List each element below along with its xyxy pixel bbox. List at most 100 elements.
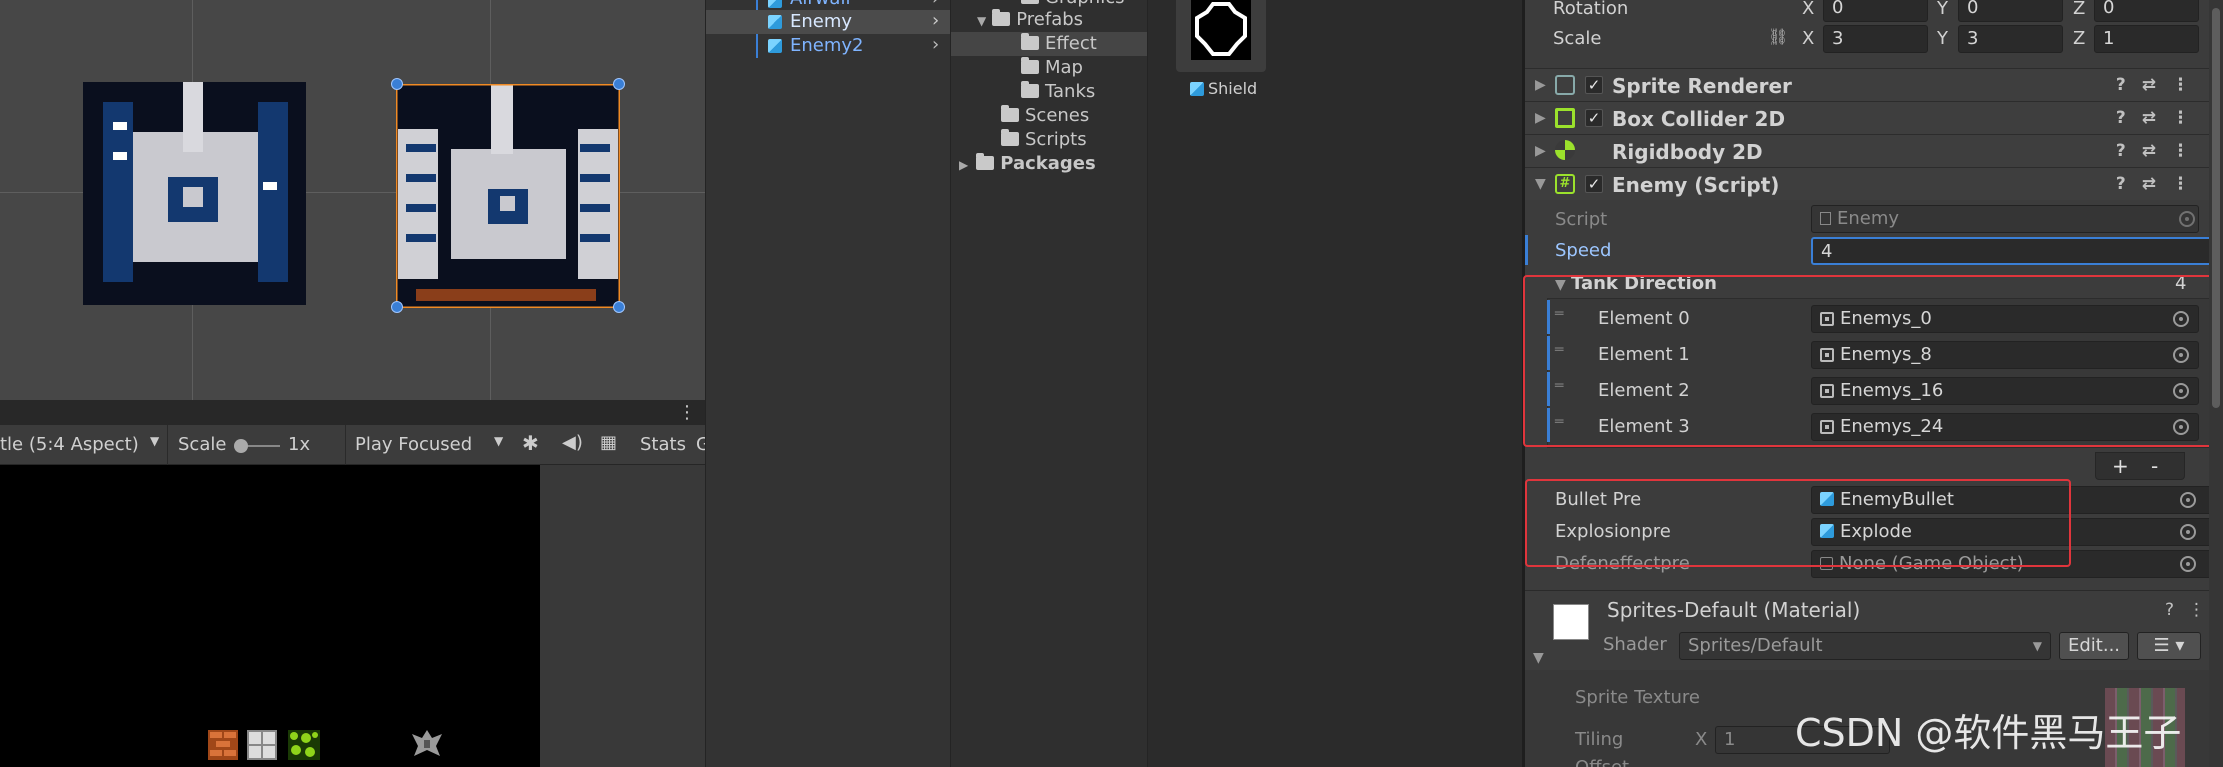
component-title: Sprite Renderer (1612, 74, 1792, 98)
scale-slider-thumb[interactable] (234, 439, 248, 453)
scale-y-field[interactable]: 3 (1958, 25, 2063, 53)
component-rigidbody[interactable]: ▶ Rigidbody 2D ?⇄⋮ (1525, 134, 2223, 167)
enabled-checkbox[interactable]: ✓ (1585, 76, 1603, 94)
rotation-z-field[interactable]: 0 (2094, 0, 2199, 22)
divider (345, 425, 346, 465)
selection-handle[interactable] (613, 301, 625, 313)
shader-label: Shader (1603, 634, 1667, 655)
folder-item[interactable]: Map (1021, 56, 1083, 80)
chevron-right-icon[interactable]: › (932, 0, 939, 9)
folder-item-packages[interactable]: ▶ Packages (959, 152, 1096, 176)
folder-item[interactable]: ▼ Prefabs (977, 8, 1083, 32)
prefab-cube-icon (768, 39, 782, 53)
scene-view[interactable] (0, 0, 705, 400)
component-title: Box Collider 2D (1612, 107, 1786, 131)
constrain-proportions-icon[interactable]: ⛓ (1768, 27, 1788, 46)
game-toolbar: tle (5:4 Aspect) ▼ Scale 1x Play Focused… (0, 425, 710, 465)
scale-x-field[interactable]: 3 (1823, 25, 1928, 53)
scale-label: Scale (178, 434, 227, 455)
shader-dropdown[interactable]: Sprites/Default ▼ (1679, 632, 2051, 660)
expand-arrow-icon[interactable]: ▶ (1535, 77, 1546, 93)
rotation-x-field[interactable]: 0 (1823, 0, 1928, 22)
component-box-collider[interactable]: ▶ ✓ Box Collider 2D ?⇄⋮ (1525, 101, 2223, 134)
prefab-cube-icon (768, 15, 782, 29)
chevron-right-icon[interactable]: › (932, 34, 939, 55)
keyboard-icon[interactable]: ▦ (600, 432, 617, 453)
component-header-icons[interactable]: ?⇄⋮ (2116, 174, 2205, 194)
speed-label: Speed (1555, 240, 1612, 261)
selection-handle[interactable] (613, 78, 625, 90)
hierarchy-item[interactable]: Enemy2 › (706, 34, 951, 58)
script-icon: # (1555, 174, 1575, 194)
shield-sprite-preview (1191, 0, 1251, 60)
component-enemy-script[interactable]: ▼ # ✓ Enemy (Script) ?⇄⋮ (1525, 167, 2223, 200)
collapse-arrow-icon[interactable]: ▼ (1535, 176, 1546, 192)
changed-indicator (1525, 235, 1528, 265)
sprite-texture-label: Sprite Texture (1575, 687, 1700, 708)
rotation-y-field[interactable]: 0 (1958, 0, 2063, 22)
more-options-icon[interactable]: ⋮ (678, 402, 696, 423)
folder-item[interactable]: Scenes (1001, 104, 1089, 128)
chevron-right-icon[interactable]: › (932, 10, 939, 31)
inspector-scrollbar[interactable] (2209, 0, 2223, 767)
game-view[interactable] (0, 465, 540, 767)
axis-x-label: X (1802, 0, 1815, 19)
expand-arrow-icon[interactable]: ▶ (959, 158, 968, 172)
folder-label: Map (1045, 57, 1083, 78)
axis-z-label: Z (2073, 28, 2086, 49)
folder-item[interactable]: Tanks (1021, 80, 1095, 104)
expand-arrow-icon[interactable]: ▶ (1535, 110, 1546, 126)
tiling-label: Tiling (1575, 729, 1624, 750)
selection-handle[interactable] (391, 301, 403, 313)
scrollbar-thumb[interactable] (2212, 8, 2220, 408)
aspect-dropdown[interactable]: tle (5:4 Aspect) (0, 434, 139, 455)
enemy-tank-sprite[interactable] (83, 82, 306, 305)
speed-input[interactable]: 4 (1811, 237, 2223, 265)
bug-icon[interactable]: ✱ (522, 431, 539, 455)
enabled-checkbox[interactable]: ✓ (1585, 109, 1603, 127)
component-header-icons[interactable]: ?⇄⋮ (2116, 141, 2205, 161)
folder-label: Scenes (1025, 105, 1090, 126)
project-folder-tree: Graphics ▼ Prefabs Effect Map Tanks Scene… (950, 0, 1148, 767)
hierarchy-panel: Airwall › Enemy › Enemy2 › (705, 0, 951, 767)
eagle-base-sprite (412, 730, 442, 756)
add-element-button[interactable]: + (2112, 454, 2129, 478)
project-assets-panel: Shield (1147, 0, 1522, 767)
object-picker-icon[interactable] (2180, 556, 2196, 572)
component-header-icons[interactable]: ?⇄⋮ (2116, 108, 2205, 128)
component-sprite-renderer[interactable]: ▶ ✓ Sprite Renderer ?⇄⋮ (1525, 68, 2223, 101)
component-header-icons[interactable]: ?⇄⋮ (2116, 75, 2205, 95)
inspector-panel: Rotation X 0 Y 0 Z 0 Scale ⛓ X 3 Y 3 Z 1… (1523, 0, 2223, 767)
hierarchy-item-label: Airwall (790, 0, 850, 9)
folder-open-icon (992, 9, 1011, 26)
script-field: Enemy (1811, 205, 2199, 233)
collapse-arrow-icon[interactable]: ▼ (1533, 650, 1544, 666)
sprite-renderer-icon (1555, 75, 1575, 95)
highlight-box-prefabs (1525, 479, 2071, 567)
stats-button[interactable]: Stats (640, 434, 686, 455)
object-picker-icon[interactable] (2180, 524, 2196, 540)
scale-z-field[interactable]: 1 (2094, 25, 2199, 53)
expand-arrow-icon[interactable]: ▶ (1535, 143, 1546, 159)
shader-menu-button[interactable]: ☰ ▾ (2137, 632, 2201, 660)
hierarchy-item[interactable]: Enemy › (706, 10, 951, 34)
selection-handle[interactable] (391, 78, 403, 90)
divider (167, 425, 168, 465)
enemy-tank-selected[interactable] (396, 84, 620, 308)
enabled-checkbox[interactable]: ✓ (1585, 175, 1603, 193)
folder-icon (1021, 33, 1039, 50)
folder-label: Scripts (1025, 129, 1087, 150)
folder-item[interactable]: Scripts (1001, 128, 1087, 152)
game-view-gutter (540, 465, 705, 767)
remove-element-button[interactable]: - (2151, 454, 2158, 478)
asset-thumbnail-shield[interactable] (1176, 0, 1266, 72)
folder-item-selected[interactable]: Effect (951, 32, 1148, 56)
script-label: Script (1555, 209, 1608, 230)
expand-arrow-icon[interactable]: ▼ (977, 14, 986, 28)
shader-edit-button[interactable]: Edit... (2059, 632, 2129, 660)
audio-icon[interactable]: ◀) (562, 432, 583, 453)
rigidbody-icon (1555, 140, 1575, 160)
object-picker-icon[interactable] (2180, 492, 2196, 508)
play-mode-dropdown[interactable]: Play Focused (355, 434, 472, 455)
shader-value: Sprites/Default (1688, 635, 1823, 656)
